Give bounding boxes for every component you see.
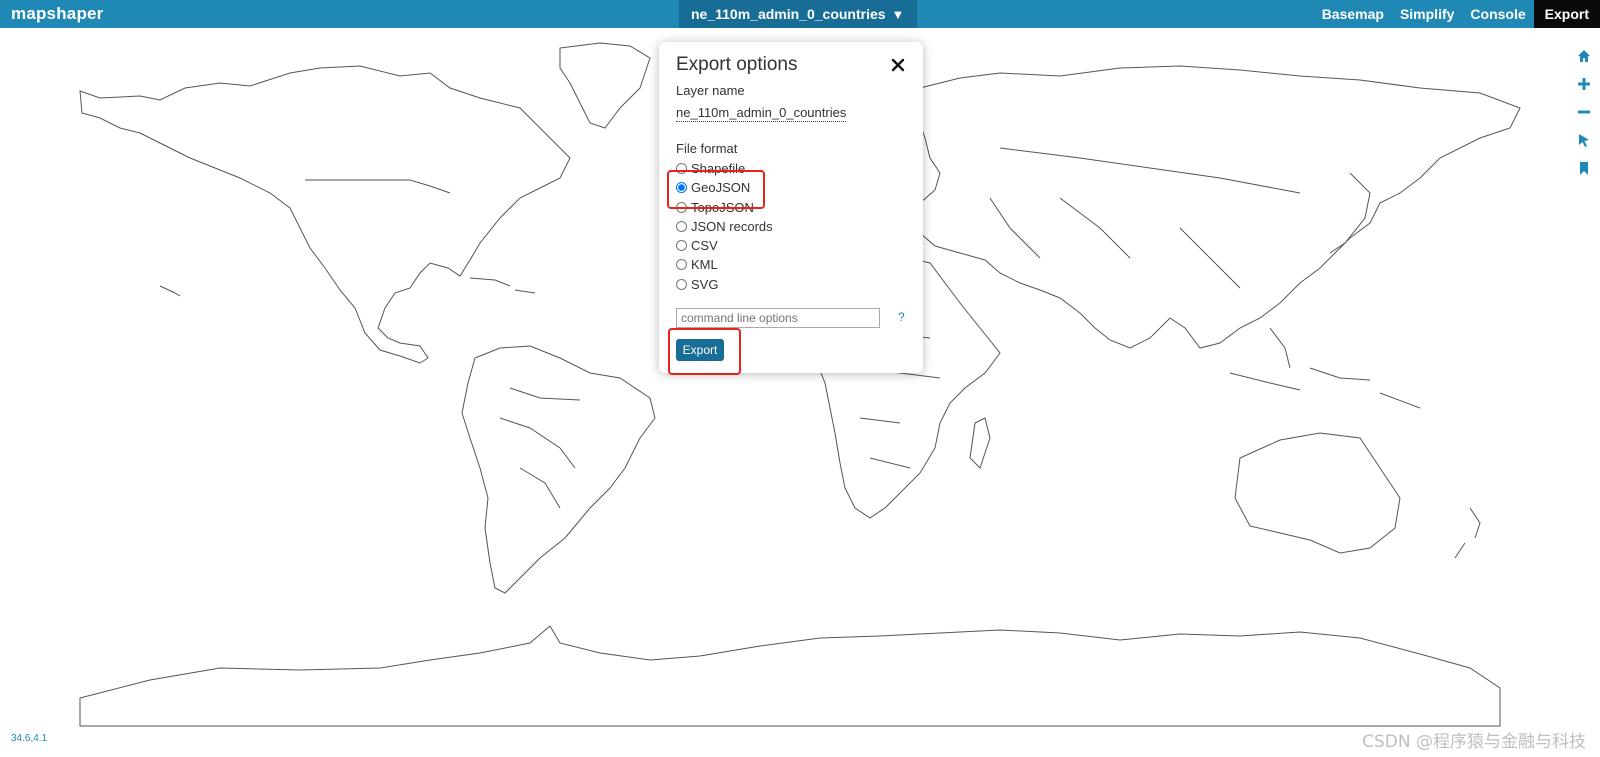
nav-console[interactable]: Console <box>1462 0 1533 28</box>
format-radio-kml[interactable] <box>676 259 687 270</box>
south-america-borders <box>499 387 581 509</box>
app-logo: mapshaper <box>11 4 104 23</box>
layer-name-label: Layer name <box>676 83 745 98</box>
top-bar: mapshaper ne_110m_admin_0_countries ▼ Bas… <box>0 0 1600 28</box>
japan-outline <box>1329 172 1371 254</box>
highlight-box-geojson <box>667 170 765 209</box>
nav-basemap[interactable]: Basemap <box>1314 0 1392 28</box>
format-label: JSON records <box>691 219 773 234</box>
format-radio-csv[interactable] <box>676 240 687 251</box>
file-format-label: File format <box>676 141 738 156</box>
highlight-box-export <box>668 328 741 375</box>
home-icon[interactable] <box>1576 48 1592 64</box>
bookmark-icon[interactable] <box>1576 160 1592 176</box>
watermark: CSDN @程序猿与金融与科技 <box>1362 732 1586 752</box>
pointer-icon[interactable] <box>1576 132 1592 148</box>
help-link[interactable]: ? <box>898 310 905 324</box>
zoom-in-icon[interactable] <box>1576 76 1592 92</box>
eurasia-outline <box>911 65 1521 349</box>
canada-border <box>305 179 451 194</box>
nav-simplify[interactable]: Simplify <box>1392 0 1462 28</box>
format-option-kml[interactable]: KML <box>676 257 718 272</box>
format-radio-json-records[interactable] <box>676 221 687 232</box>
southeast-asia-islands <box>1229 327 1421 409</box>
dialog-title: Export options <box>676 54 798 75</box>
format-option-svg[interactable]: SVG <box>676 277 718 292</box>
command-line-options-input[interactable] <box>676 308 880 328</box>
zoom-out-icon[interactable] <box>1576 104 1592 120</box>
layer-menu-label: ne_110m_admin_0_countries <box>691 6 886 22</box>
format-label: CSV <box>691 238 718 253</box>
layer-name-field[interactable]: ne_110m_admin_0_countries <box>676 105 847 122</box>
asia-borders <box>989 147 1301 289</box>
format-option-csv[interactable]: CSV <box>676 238 718 253</box>
nav-export[interactable]: Export <box>1533 0 1600 28</box>
antarctica-outline <box>79 625 1501 727</box>
format-label: KML <box>691 257 718 272</box>
format-label: SVG <box>691 277 719 292</box>
map-tools <box>1576 48 1592 176</box>
new-zealand-outline <box>1454 507 1481 559</box>
chevron-down-icon: ▼ <box>891 7 905 22</box>
south-america-outline <box>461 345 656 594</box>
caribbean-islands <box>159 277 536 297</box>
north-america-outline <box>79 65 571 364</box>
main-nav: Basemap Simplify Console Export <box>1314 0 1600 28</box>
coordinate-readout: 34.6,4.1 <box>11 733 48 744</box>
close-icon[interactable] <box>889 56 907 74</box>
greenland-outline <box>559 42 651 129</box>
australia-outline <box>1234 432 1401 554</box>
format-option-json-records[interactable]: JSON records <box>676 219 773 234</box>
layer-menu-button[interactable]: ne_110m_admin_0_countries ▼ <box>679 0 918 28</box>
format-radio-svg[interactable] <box>676 279 687 290</box>
madagascar-outline <box>969 417 991 469</box>
